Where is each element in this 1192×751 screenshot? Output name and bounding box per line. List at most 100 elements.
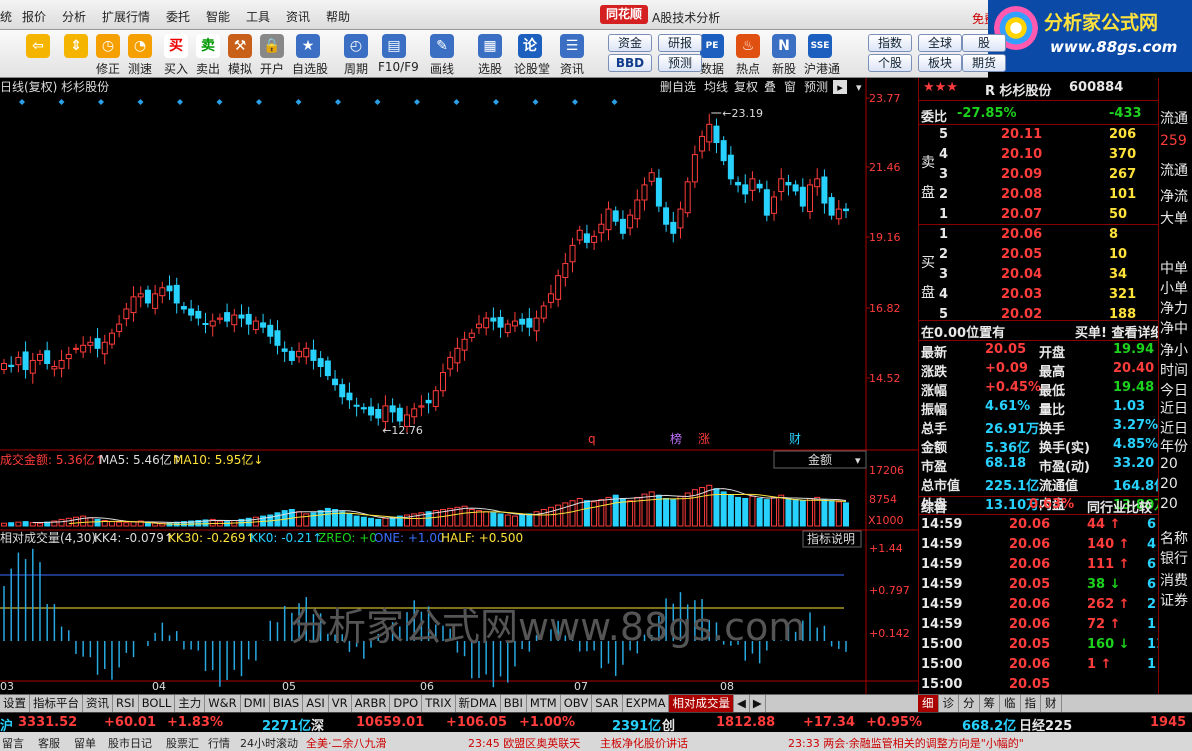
- menu-item-news[interactable]: 资讯: [286, 8, 310, 25]
- menu-item-trade[interactable]: 委托: [166, 8, 190, 25]
- tab-BBI[interactable]: BBI: [501, 695, 527, 712]
- pill-股-button[interactable]: 股: [962, 34, 1006, 52]
- pill-板块-button[interactable]: 板块: [918, 54, 962, 72]
- menu-item-help[interactable]: 帮助: [326, 8, 350, 25]
- pill-资金-button[interactable]: 资金: [608, 34, 652, 52]
- quote-tab-指[interactable]: 指: [1021, 695, 1041, 712]
- tab-主力[interactable]: 主力: [175, 695, 206, 712]
- menu-item-analysis[interactable]: 分析: [62, 8, 86, 25]
- volume-bar: [742, 498, 749, 527]
- quote-tab-筹[interactable]: 筹: [980, 695, 1000, 712]
- candle-body: [22, 351, 29, 371]
- tick-volume: 1 ↑: [1087, 657, 1112, 672]
- quote-tab-分[interactable]: 分: [959, 695, 980, 712]
- tab-ASI[interactable]: ASI: [303, 695, 329, 712]
- tab-新DMA[interactable]: 新DMA: [456, 695, 501, 712]
- tab-scroll-right-icon[interactable]: ▶: [750, 695, 766, 712]
- stat-value: 4.61%: [985, 399, 1031, 414]
- news-8[interactable]: 23:45 欧盟区奥英联天: [468, 735, 580, 751]
- news-4[interactable]: 股票汇: [166, 735, 199, 751]
- pill-指数-button[interactable]: 指数: [868, 34, 912, 52]
- news-7[interactable]: 全美·二余八九滑: [306, 735, 387, 751]
- toolbar-沪港通-button[interactable]: SSE 沪港通: [804, 32, 840, 76]
- toolbar-卖出-button[interactable]: 卖卖出: [192, 32, 224, 76]
- news-ticker[interactable]: 留言 客服 留单 股市日记 股票汇 行情 24小时滚动 全美·二余八九滑 23:…: [0, 732, 1192, 751]
- tab-SAR[interactable]: SAR: [592, 695, 623, 712]
- toolbar-模拟-button[interactable]: ⚒ 模拟: [224, 32, 256, 76]
- toolbar-自选股-button[interactable]: ★ 自选股: [292, 32, 328, 76]
- volume-bar: [504, 514, 511, 527]
- menu-item-quote[interactable]: 报价: [22, 8, 46, 25]
- tick-price: 20.06: [1009, 517, 1051, 532]
- toolbar-新股-button[interactable]: N 新股: [768, 32, 800, 76]
- chart-tool-复权-button[interactable]: 复权: [734, 80, 758, 94]
- toolbar-热点-button[interactable]: ♨ 热点: [732, 32, 764, 76]
- tab-TRIX[interactable]: TRIX: [422, 695, 456, 712]
- menu-item-system[interactable]: 统: [0, 8, 12, 25]
- news-2[interactable]: 留单: [74, 735, 96, 751]
- toolbar-开户-button[interactable]: 🔒 开户: [256, 32, 288, 76]
- menu-item-smart[interactable]: 智能: [206, 8, 230, 25]
- tab-VR[interactable]: VR: [329, 695, 352, 712]
- toolbar-选股-button[interactable]: ▦ 选股: [474, 32, 506, 76]
- toolbar-arrow-up-down-icon-button[interactable]: ⇕: [60, 32, 92, 76]
- tab-相对成交量[interactable]: 相对成交量: [669, 695, 734, 712]
- tick-volume: 140 ↑: [1087, 537, 1130, 552]
- menu-item-extended[interactable]: 扩展行情: [102, 8, 150, 25]
- tab-DMI[interactable]: DMI: [241, 695, 270, 712]
- kline-chart-area[interactable]: 日线(复权) 杉杉股份 删自选 均线 复权叠窗预测 ▸ ▾ 23.77 21.46 19.16 1…: [0, 78, 918, 694]
- toolbar-测速-button[interactable]: ◔ 测速: [124, 32, 156, 76]
- tab-资讯[interactable]: 资讯: [83, 695, 113, 712]
- pill-研报-button[interactable]: 研报: [658, 34, 702, 52]
- news-5[interactable]: 行情: [208, 735, 230, 751]
- chart-tool-预测-button[interactable]: 预测: [804, 80, 828, 94]
- tab-ARBR[interactable]: ARBR: [352, 695, 391, 712]
- tab-OBV[interactable]: OBV: [561, 695, 593, 712]
- chart-tool-删自选-button[interactable]: 删自选: [660, 80, 696, 94]
- marker-q: q: [588, 432, 596, 446]
- candle-body: [375, 408, 382, 419]
- quote-tab-诊[interactable]: 诊: [939, 695, 959, 712]
- pill-期货-button[interactable]: 期货: [962, 54, 1006, 72]
- toolbar-修正-button[interactable]: ◷ 修正: [92, 32, 124, 76]
- toolbar-买入-button[interactable]: 买买入: [160, 32, 192, 76]
- tab-MTM[interactable]: MTM: [527, 695, 561, 712]
- news-9[interactable]: 主板净化股价讲话: [600, 735, 688, 751]
- app-title: A股技术分析: [652, 11, 721, 25]
- tab-BIAS[interactable]: BIAS: [270, 695, 304, 712]
- tab-DPO[interactable]: DPO: [390, 695, 423, 712]
- toolbar-周期-button[interactable]: ◴ 周期: [340, 32, 372, 76]
- toolbar-资讯-button[interactable]: ☰ 资讯: [556, 32, 588, 76]
- tab-RSI[interactable]: RSI: [113, 695, 139, 712]
- pill-全球-button[interactable]: 全球: [918, 34, 962, 52]
- vol-selector-label[interactable]: 金额: [808, 452, 832, 467]
- chart-tool-均线-button[interactable]: 均线: [704, 80, 728, 94]
- news-10[interactable]: 23:33 两会·余融监管相关的调整方向是"小幅的": [788, 735, 1024, 751]
- tab-EXPMA[interactable]: EXPMA: [623, 695, 670, 712]
- toolbar-arrow-left-icon-button[interactable]: ⇦: [22, 32, 54, 76]
- tab-指标平台[interactable]: 指标平台: [30, 695, 83, 712]
- tab-W&R[interactable]: W&R: [205, 695, 241, 712]
- chart-tool-窗-button[interactable]: 窗: [784, 80, 796, 94]
- tab-BOLL[interactable]: BOLL: [139, 695, 176, 712]
- news-3[interactable]: 股市日记: [108, 735, 152, 751]
- quote-tab-细[interactable]: 细: [918, 695, 939, 712]
- tab-设置[interactable]: 设置: [0, 695, 30, 712]
- toolbar-论股堂-button[interactable]: 论论股堂: [514, 32, 550, 76]
- ind-help-label[interactable]: 指标说明: [807, 531, 855, 546]
- news-1[interactable]: 客服: [38, 735, 60, 751]
- candle-body: [411, 408, 418, 418]
- tab-scroll-left-icon[interactable]: ◀: [734, 695, 750, 712]
- pill-BBD-button[interactable]: BBD: [608, 54, 652, 72]
- toolbar-F10F9-button[interactable]: ▤ F10/F9: [378, 32, 419, 76]
- quote-tab-财[interactable]: 财: [1041, 695, 1062, 712]
- toolbar-画线-button[interactable]: ✎ 画线: [426, 32, 458, 76]
- pill-预测-button[interactable]: 预测: [658, 54, 702, 72]
- quote-tab-临[interactable]: 临: [1000, 695, 1021, 712]
- menu-item-tools[interactable]: 工具: [246, 8, 270, 25]
- bid-volume: 321: [1109, 287, 1137, 302]
- news-6[interactable]: 24小时滚动: [240, 735, 298, 751]
- pill-个股-button[interactable]: 个股: [868, 54, 912, 72]
- news-0[interactable]: 留言: [2, 735, 24, 751]
- chart-tool-叠-button[interactable]: 叠: [764, 80, 776, 94]
